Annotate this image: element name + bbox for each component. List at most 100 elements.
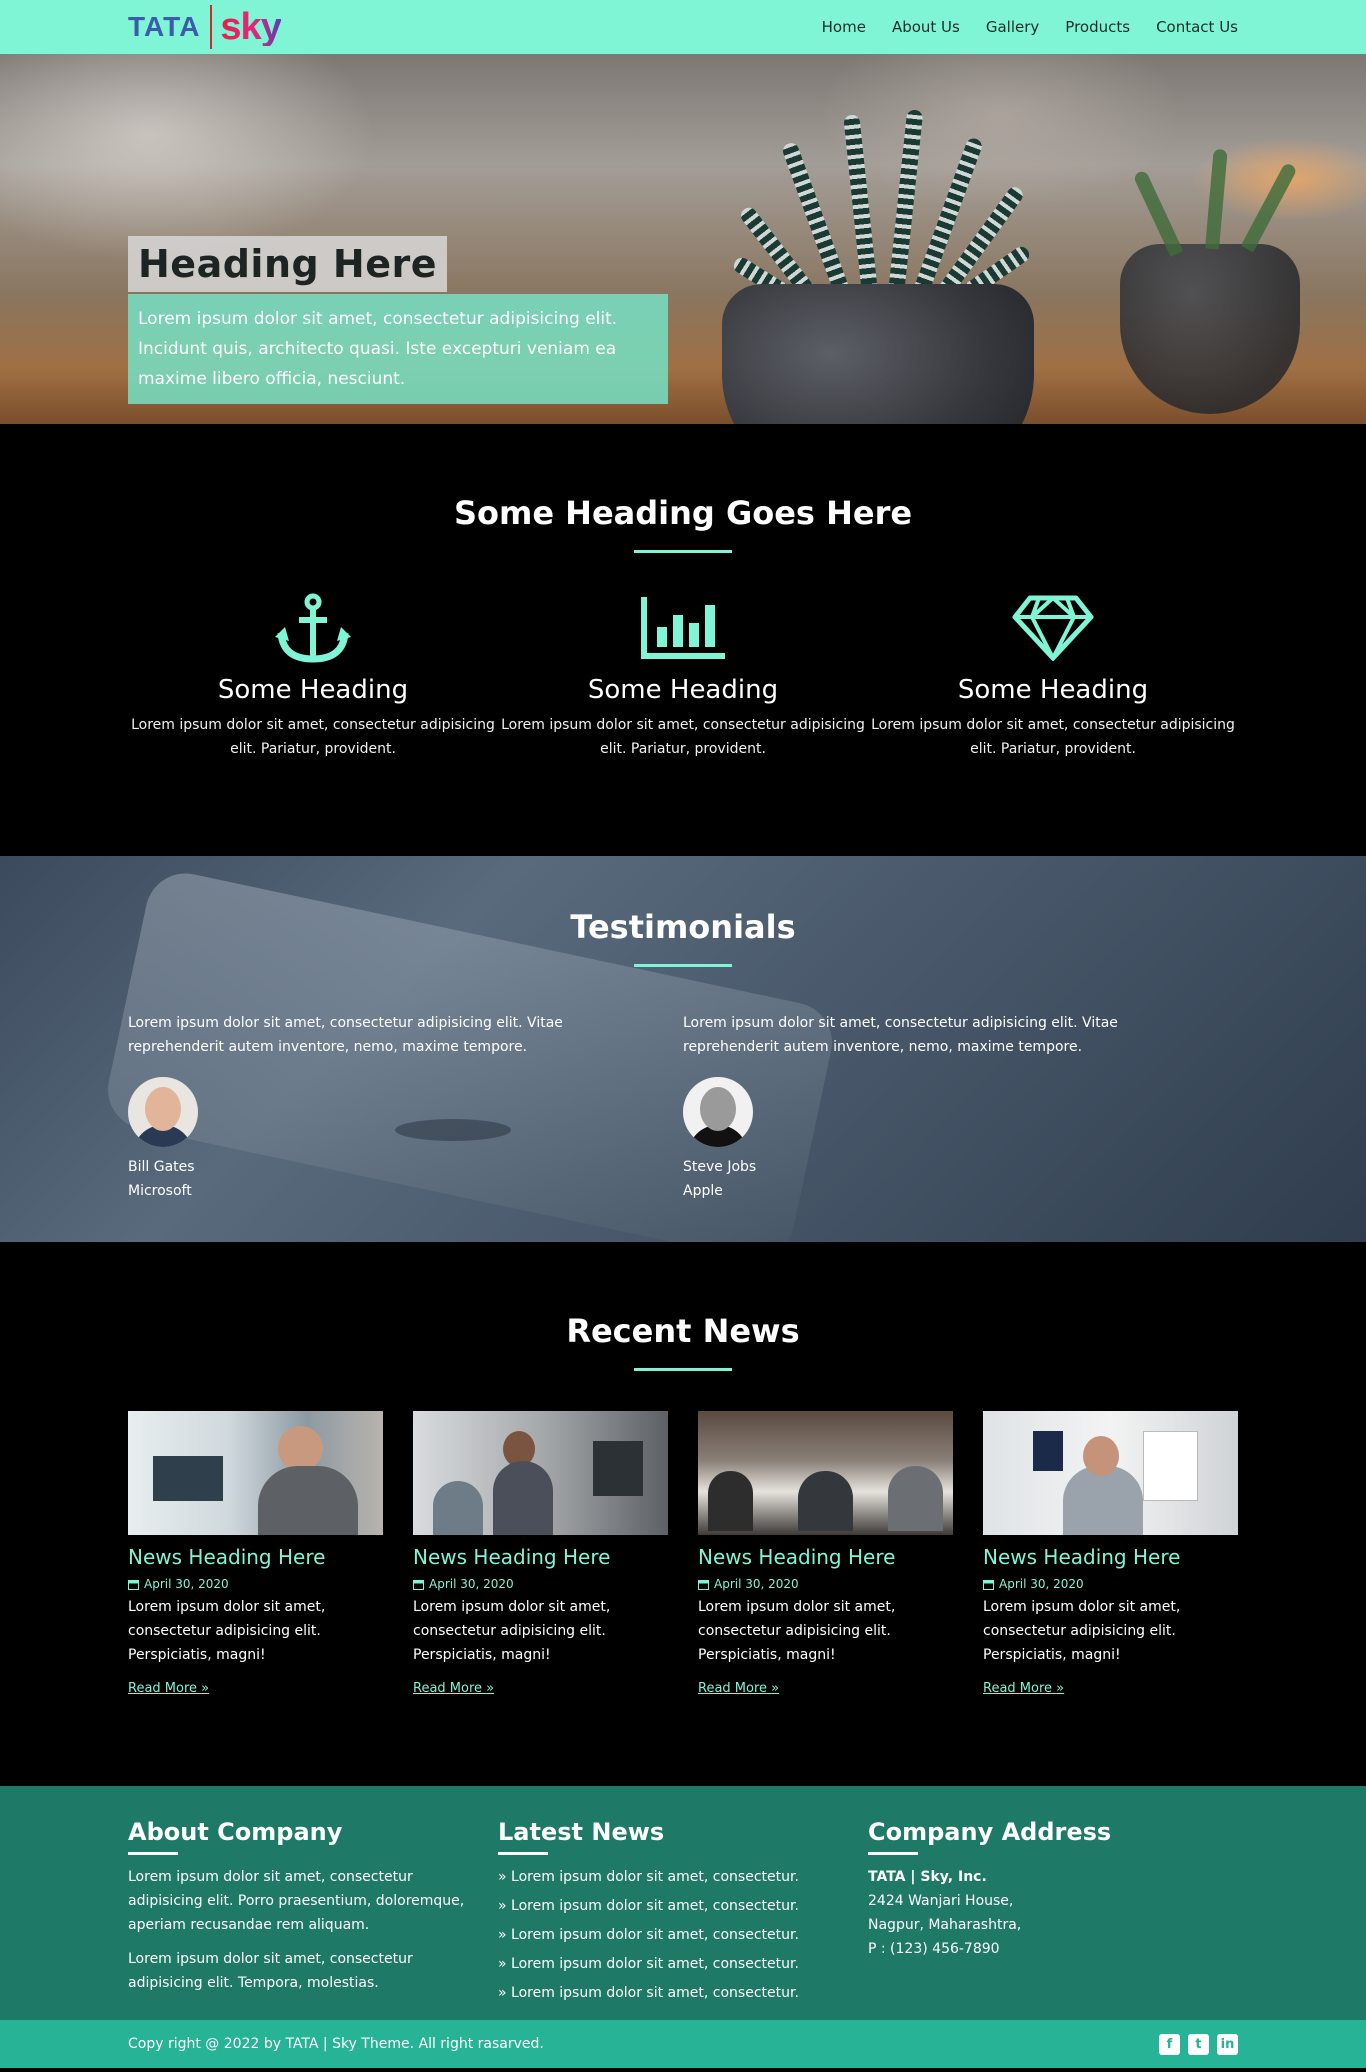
footer-news-link[interactable]: Lorem ipsum dolor sit amet, consectetur. [498, 1979, 868, 2008]
footer-news-link[interactable]: Lorem ipsum dolor sit amet, consectetur. [498, 1892, 868, 1921]
main-menu: Home About Us Gallery Products Contact U… [822, 18, 1238, 36]
logo-tata-text: TATA [128, 11, 201, 42]
footer-address: Company Address TATA | Sky, Inc. 2424 Wa… [868, 1818, 1238, 2008]
hero-banner: Heading Here Lorem ipsum dolor sit amet,… [0, 54, 1366, 424]
news-heading[interactable]: News Heading Here [983, 1545, 1238, 1569]
news-title: Recent News [566, 1312, 800, 1350]
chevron-double-right-icon: » [771, 1681, 780, 1696]
news-card: News Heading Here April 30, 2020 Lorem i… [128, 1411, 383, 1696]
address-line: 2424 Wanjari House, [868, 1893, 1014, 1909]
news-image[interactable] [698, 1411, 953, 1535]
footer-news-link[interactable]: Lorem ipsum dolor sit amet, consectetur. [498, 1950, 868, 1979]
background-plant-pot [1120, 244, 1300, 414]
plant-leaf [1240, 161, 1298, 253]
social-links: f t in [1159, 2033, 1238, 2055]
feature-text: Lorem ipsum dolor sit amet, consectetur … [131, 717, 495, 757]
testimonial-company: Apple [683, 1183, 723, 1199]
footer-about-title: About Company [128, 1818, 343, 1846]
read-more-link[interactable]: Read More » [983, 1681, 1064, 1696]
calendar-icon [983, 1579, 994, 1590]
news-heading[interactable]: News Heading Here [413, 1545, 668, 1569]
avatar [128, 1077, 198, 1147]
read-more-label: Read More [413, 1681, 483, 1696]
testimonials-title-underline [634, 964, 732, 967]
footer-about: About Company Lorem ipsum dolor sit amet… [128, 1818, 498, 2008]
nav-about-link[interactable]: About Us [892, 18, 960, 36]
calendar-icon [698, 1579, 709, 1590]
news-heading[interactable]: News Heading Here [698, 1545, 953, 1569]
feature-heading: Some Heading [587, 675, 779, 705]
news-heading[interactable]: News Heading Here [128, 1545, 383, 1569]
news-date-text: April 30, 2020 [714, 1577, 799, 1591]
nav-gallery-link[interactable]: Gallery [986, 18, 1039, 36]
nav-contact-link[interactable]: Contact Us [1156, 18, 1238, 36]
news-title-underline [634, 1368, 732, 1371]
plant-leaf [843, 114, 878, 295]
phone-number: P : (123) 456-7890 [868, 1941, 1000, 1957]
feature-heading: Some Heading [957, 675, 1149, 705]
chevron-double-right-icon: » [201, 1681, 210, 1696]
logo-sky-text: sky [220, 6, 281, 48]
logo-divider [210, 5, 213, 49]
tata-sky-logo[interactable]: TATA sky [128, 5, 282, 49]
footer-news-link[interactable]: Lorem ipsum dolor sit amet, consectetur. [498, 1921, 868, 1950]
footer-about-text: Lorem ipsum dolor sit amet, consectetur … [128, 1869, 465, 1933]
read-more-label: Read More [983, 1681, 1053, 1696]
hero-caption: Heading Here Lorem ipsum dolor sit amet,… [128, 236, 668, 404]
twitter-icon[interactable]: t [1188, 2033, 1209, 2055]
read-more-label: Read More [698, 1681, 768, 1696]
footer-news-link[interactable]: Lorem ipsum dolor sit amet, consectetur. [498, 1863, 868, 1892]
address-line: Nagpur, Maharashtra, [868, 1917, 1022, 1933]
plant-leaf [1205, 148, 1228, 250]
chevron-double-right-icon: » [1056, 1681, 1065, 1696]
top-navbar: TATA sky Home About Us Gallery Products … [0, 0, 1366, 54]
footer-latest-title: Latest News [498, 1818, 665, 1846]
plant-pot [722, 284, 1034, 424]
nav-home-link[interactable]: Home [822, 18, 866, 36]
testimonial-author: Steve Jobs [683, 1159, 757, 1175]
feature-heading: Some Heading [217, 675, 409, 705]
news-date: April 30, 2020 [128, 1577, 383, 1591]
news-image[interactable] [413, 1411, 668, 1535]
linkedin-icon[interactable]: in [1217, 2033, 1238, 2055]
testimonial-card: Lorem ipsum dolor sit amet, consectetur … [128, 1011, 683, 1203]
news-date-text: April 30, 2020 [144, 1577, 229, 1591]
bar-chart-icon [498, 593, 868, 663]
news-text: Lorem ipsum dolor sit amet, consectetur … [413, 1599, 611, 1663]
feature-card: Some Heading Lorem ipsum dolor sit amet,… [498, 593, 868, 761]
avatar [683, 1077, 753, 1147]
anchor-icon [128, 593, 498, 663]
news-date-text: April 30, 2020 [429, 1577, 514, 1591]
testimonial-quote: Lorem ipsum dolor sit amet, consectetur … [128, 1015, 563, 1055]
news-date-text: April 30, 2020 [999, 1577, 1084, 1591]
footer-title-underline [498, 1852, 548, 1855]
calendar-icon [128, 1579, 139, 1590]
company-name: TATA | Sky, Inc. [868, 1869, 987, 1885]
read-more-link[interactable]: Read More » [413, 1681, 494, 1696]
news-text: Lorem ipsum dolor sit amet, consectetur … [983, 1599, 1181, 1663]
feature-text: Lorem ipsum dolor sit amet, consectetur … [871, 717, 1235, 757]
read-more-link[interactable]: Read More » [128, 1681, 209, 1696]
news-image[interactable] [983, 1411, 1238, 1535]
features-title: Some Heading Goes Here [453, 494, 913, 532]
calendar-icon [413, 1579, 424, 1590]
hero-text: Lorem ipsum dolor sit amet, consectetur … [128, 294, 668, 404]
features-title-underline [634, 550, 732, 553]
feature-card: Some Heading Lorem ipsum dolor sit amet,… [128, 593, 498, 761]
news-image[interactable] [128, 1411, 383, 1535]
footer-address-title: Company Address [868, 1818, 1112, 1846]
testimonial-card: Lorem ipsum dolor sit amet, consectetur … [683, 1011, 1238, 1203]
feature-card: Some Heading Lorem ipsum dolor sit amet,… [868, 593, 1238, 761]
read-more-label: Read More [128, 1681, 198, 1696]
copyright-text: Copy right @ 2022 by TATA | Sky Theme. A… [128, 2036, 544, 2052]
read-more-link[interactable]: Read More » [698, 1681, 779, 1696]
news-text: Lorem ipsum dolor sit amet, consectetur … [128, 1599, 326, 1663]
news-date: April 30, 2020 [413, 1577, 668, 1591]
plant-leaf [888, 109, 924, 295]
news-card: News Heading Here April 30, 2020 Lorem i… [983, 1411, 1238, 1696]
news-date: April 30, 2020 [698, 1577, 953, 1591]
facebook-icon[interactable]: f [1159, 2033, 1180, 2055]
nav-products-link[interactable]: Products [1065, 18, 1130, 36]
news-text: Lorem ipsum dolor sit amet, consectetur … [698, 1599, 896, 1663]
testimonials-title: Testimonials [570, 908, 796, 946]
